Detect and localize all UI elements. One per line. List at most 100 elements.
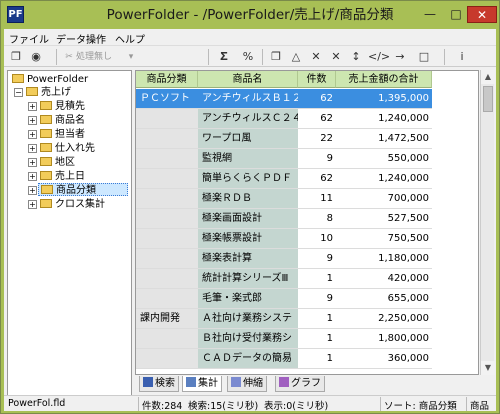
tree-item-shiiresaki[interactable]: 仕入れ先 <box>40 142 95 155</box>
cell-amount[interactable]: 2,250,000 <box>336 309 432 329</box>
cell-amount[interactable]: 750,500 <box>336 229 432 249</box>
menu-help[interactable]: ヘルプ <box>115 31 145 46</box>
cell-amount[interactable]: 1,395,000 <box>336 89 432 109</box>
split-icon[interactable]: ✕ <box>328 49 344 65</box>
cell-name[interactable]: 極楽帳票設計 <box>198 229 298 249</box>
expand-toggle[interactable]: + <box>28 102 37 111</box>
cell-count[interactable]: 11 <box>298 189 336 209</box>
cell-name[interactable]: 監視網 <box>198 149 298 169</box>
cell-count[interactable]: 1 <box>298 309 336 329</box>
cell-amount[interactable]: 1,800,000 <box>336 329 432 349</box>
sort-icon[interactable]: ↕ <box>348 49 364 65</box>
no-process-label[interactable]: 処理無し <box>76 49 124 65</box>
expand-toggle[interactable]: + <box>28 144 37 153</box>
cell-amount[interactable]: 1,472,500 <box>336 129 432 149</box>
title-bar[interactable]: PowerFolder - /PowerFolder/売上げ/商品分類 PF —… <box>1 1 499 29</box>
menu-file[interactable]: ファイル <box>9 31 49 46</box>
cell-name[interactable]: 極楽ＲＤＢ <box>198 189 298 209</box>
tree-folder-uriage[interactable]: 売上げ <box>26 86 71 99</box>
dropdown-arrow-icon[interactable]: ▾ <box>126 49 136 65</box>
maximize-button[interactable]: □ <box>445 6 467 23</box>
cell-amount[interactable]: 550,000 <box>336 149 432 169</box>
percent-icon[interactable]: % <box>240 49 256 65</box>
cell-count[interactable]: 9 <box>298 149 336 169</box>
cell-name[interactable]: 毛筆・楽式郎 <box>198 289 298 309</box>
cell-amount[interactable]: 360,000 <box>336 349 432 369</box>
tab-search[interactable]: 検索 <box>139 376 179 392</box>
expand-toggle[interactable]: + <box>28 172 37 181</box>
tree-item-mitsumorisaki[interactable]: 見積先 <box>40 100 85 113</box>
tab-aggregate[interactable]: 集計 <box>182 376 222 392</box>
cell-count[interactable]: 22 <box>298 129 336 149</box>
cell-amount[interactable]: 1,180,000 <box>336 249 432 269</box>
cell-category[interactable] <box>136 149 198 169</box>
copy-icon[interactable]: ❐ <box>268 49 284 65</box>
scroll-up-arrow[interactable]: ▲ <box>481 70 495 84</box>
cell-count[interactable]: 10 <box>298 229 336 249</box>
html-icon[interactable]: </> <box>368 49 390 65</box>
cell-category[interactable] <box>136 269 198 289</box>
minimize-button[interactable]: — <box>419 6 441 23</box>
cell-amount[interactable]: 655,000 <box>336 289 432 309</box>
tab-stretch[interactable]: 伸縮 <box>227 376 267 392</box>
cell-name[interactable]: 統計計算シリーズⅢ <box>198 269 298 289</box>
cell-category[interactable] <box>136 189 198 209</box>
cell-name[interactable]: Ｂ社向け受付業務シ <box>198 329 298 349</box>
calc-x-icon[interactable]: 𝚺 <box>216 49 232 65</box>
cell-category[interactable] <box>136 209 198 229</box>
vertical-scrollbar[interactable]: ▲ ▼ <box>480 70 495 375</box>
tree-item-shohinbunrui[interactable]: 商品分類 <box>38 183 128 196</box>
view-icon[interactable]: ◉ <box>28 49 44 65</box>
cell-category[interactable] <box>136 329 198 349</box>
info-icon[interactable]: i <box>454 49 470 65</box>
cell-amount[interactable]: 1,240,000 <box>336 169 432 189</box>
cut-icon[interactable]: ✂ <box>64 49 74 65</box>
cell-amount[interactable]: 527,500 <box>336 209 432 229</box>
tree-item-uriagebi[interactable]: 売上日 <box>40 170 85 183</box>
cell-count[interactable]: 9 <box>298 249 336 269</box>
tree-item-chiku[interactable]: 地区 <box>40 156 75 169</box>
cell-name[interactable]: アンチウィルスＣ２４ <box>198 109 298 129</box>
column-header-amount[interactable]: 売上金額の合計 <box>336 71 432 88</box>
scroll-thumb[interactable] <box>483 86 493 112</box>
data-grid[interactable]: 商品分類 商品名 件数 売上金額の合計 ＰＣソフト アンチウィルスＢ１２ 62 1,3… <box>135 70 479 375</box>
collapse-toggle[interactable]: − <box>14 88 23 97</box>
cell-name[interactable]: アンチウィルスＢ１２ <box>198 89 298 109</box>
cell-category[interactable]: ＰＣソフト <box>136 89 198 109</box>
open-icon[interactable]: ❐ <box>8 49 24 65</box>
expand-toggle[interactable]: + <box>28 116 37 125</box>
tree-root[interactable]: PowerFolder <box>12 73 88 86</box>
cell-category[interactable] <box>136 109 198 129</box>
cell-category[interactable] <box>136 349 198 369</box>
app-icon[interactable]: PF <box>7 6 24 23</box>
cell-count[interactable]: 1 <box>298 269 336 289</box>
expand-toggle[interactable]: + <box>28 186 37 195</box>
tab-graph[interactable]: グラフ <box>275 376 325 392</box>
cell-name[interactable]: 簡単らくらくＰＤＦ <box>198 169 298 189</box>
cell-count[interactable]: 8 <box>298 209 336 229</box>
cell-category[interactable] <box>136 249 198 269</box>
cell-count[interactable]: 1 <box>298 329 336 349</box>
cell-count[interactable]: 1 <box>298 349 336 369</box>
menu-data-operation[interactable]: データ操作 <box>56 31 106 46</box>
scroll-down-arrow[interactable]: ▼ <box>481 361 495 375</box>
cell-count[interactable]: 9 <box>298 289 336 309</box>
expand-toggle[interactable]: + <box>28 200 37 209</box>
column-header-name[interactable]: 商品名 <box>198 71 298 88</box>
cell-amount[interactable]: 420,000 <box>336 269 432 289</box>
cell-count[interactable]: 62 <box>298 109 336 129</box>
cell-count[interactable]: 62 <box>298 89 336 109</box>
cell-category[interactable] <box>136 229 198 249</box>
cell-name[interactable]: Ａ社向け業務システ <box>198 309 298 329</box>
merge-icon[interactable]: ✕ <box>308 49 324 65</box>
tree-item-cross[interactable]: クロス集計 <box>40 198 105 211</box>
cell-category[interactable]: 課内開発 <box>136 309 198 329</box>
tree-item-shohinmei[interactable]: 商品名 <box>40 114 85 127</box>
layout-icon[interactable]: □ <box>416 49 432 65</box>
close-button[interactable]: ✕ <box>467 6 497 23</box>
cell-name[interactable]: ＣＡＤデータの簡易 <box>198 349 298 369</box>
cell-name[interactable]: 極楽表計算 <box>198 249 298 269</box>
cell-category[interactable] <box>136 169 198 189</box>
cell-count[interactable]: 62 <box>298 169 336 189</box>
cell-name[interactable]: 極楽画面設計 <box>198 209 298 229</box>
